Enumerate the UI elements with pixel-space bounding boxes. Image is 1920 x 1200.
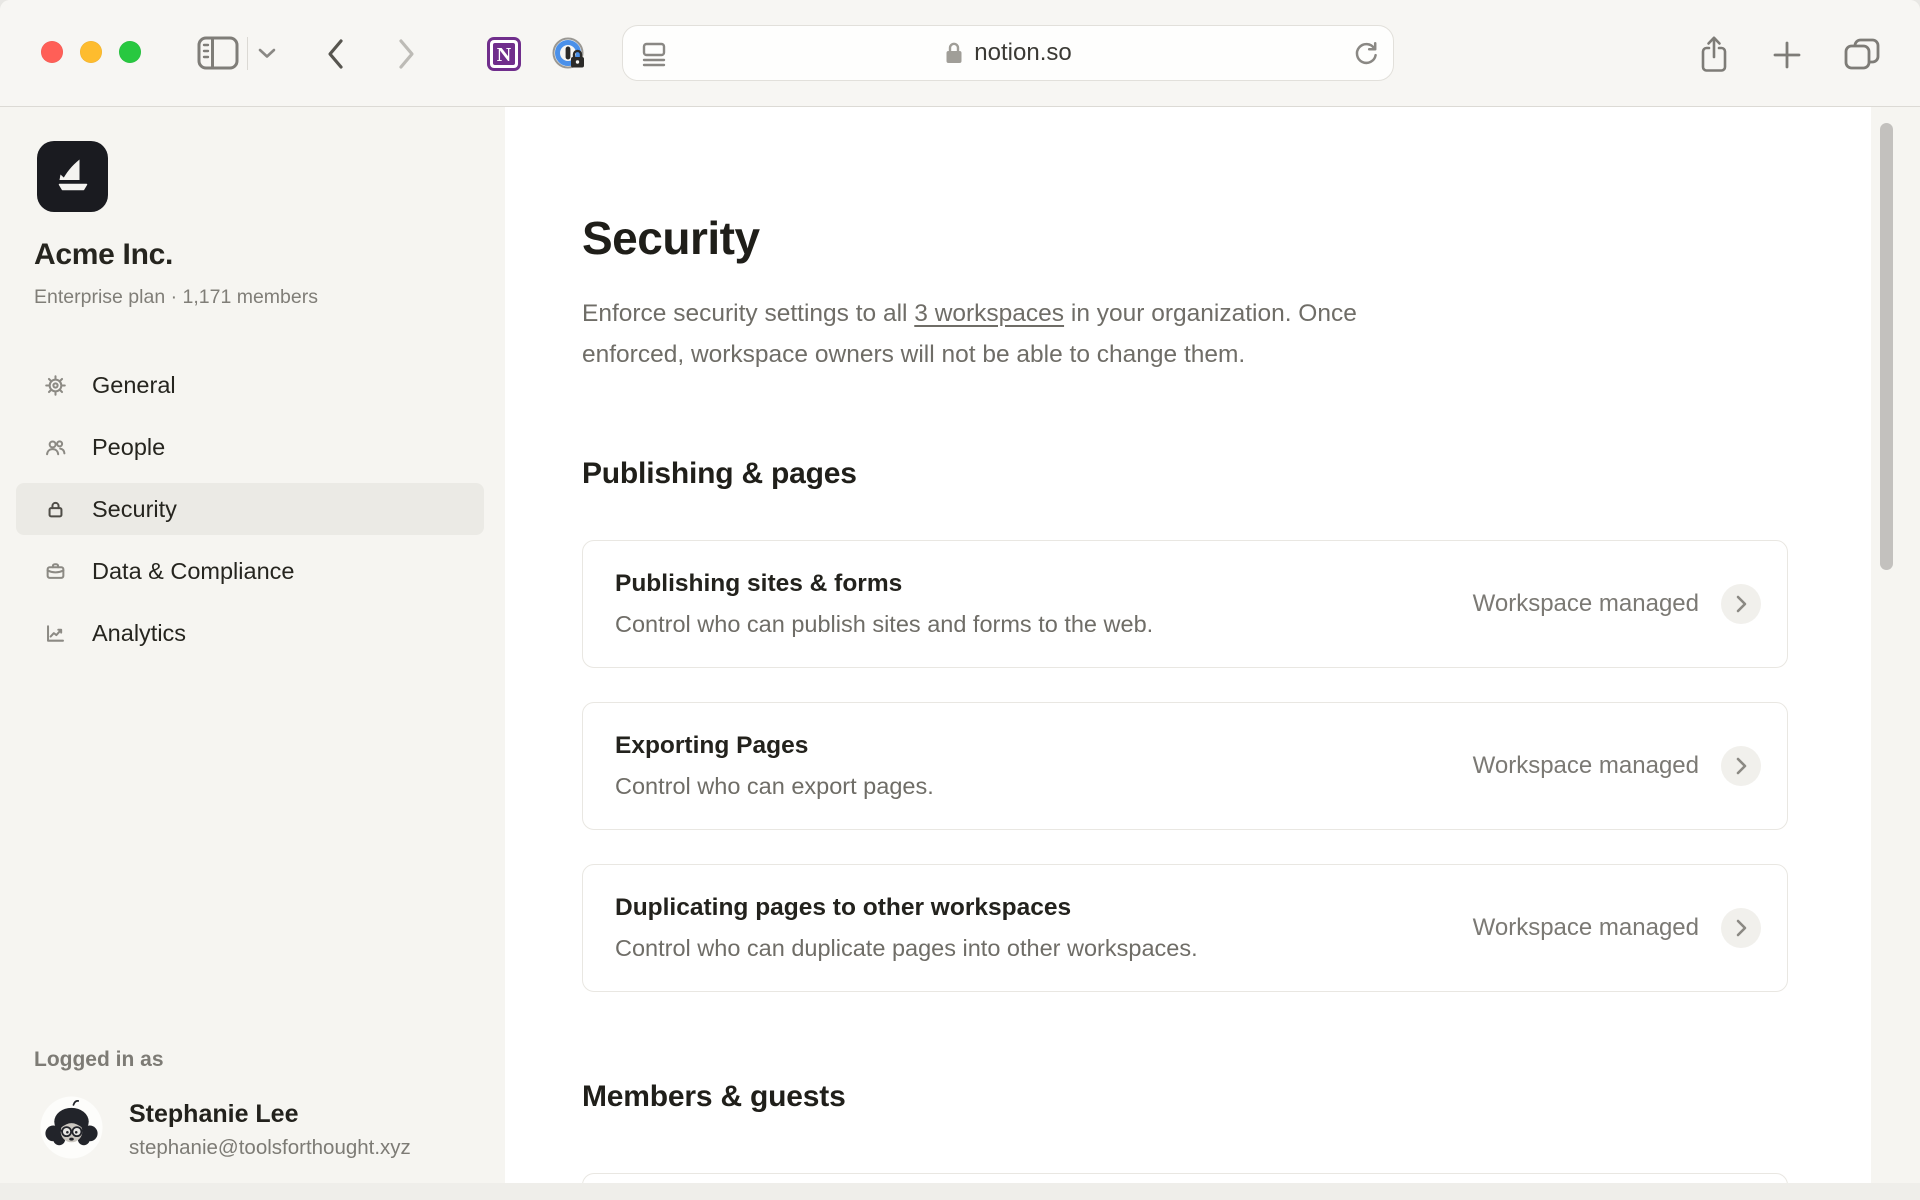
back-arrow-icon — [325, 37, 347, 71]
setting-title: Exporting Pages — [615, 732, 934, 760]
briefcase-icon — [44, 560, 67, 583]
page-description: Enforce security settings to all 3 works… — [582, 293, 1642, 375]
user-illustration-icon — [40, 1096, 103, 1159]
sailboat-icon — [49, 153, 97, 201]
sidebar-item-label: People — [92, 434, 165, 461]
sidebar-item-data-compliance[interactable]: Data & Compliance — [16, 545, 484, 597]
setting-status: Workspace managed — [1473, 914, 1699, 942]
setting-card-duplicating-pages[interactable]: Duplicating pages to other workspaces Co… — [582, 864, 1788, 992]
description-text: in your organization. Once — [1064, 300, 1357, 327]
chevron-right-icon — [1721, 746, 1761, 786]
sidebar-item-label: Analytics — [92, 620, 186, 647]
setting-card-exporting-pages[interactable]: Exporting Pages Control who can export p… — [582, 702, 1788, 830]
setting-title: Publishing sites & forms — [615, 570, 1153, 598]
scrollbar-thumb[interactable] — [1880, 123, 1893, 570]
setting-status: Workspace managed — [1473, 590, 1699, 618]
forward-arrow-icon — [395, 37, 417, 71]
sidebar-item-label: Security — [92, 496, 177, 523]
sidebar-item-security[interactable]: Security — [16, 483, 484, 535]
notion-extension-icon: N — [485, 35, 523, 73]
secure-lock-icon — [944, 40, 964, 66]
tab-overview-icon — [1842, 36, 1882, 72]
setting-description: Control who can export pages. — [615, 773, 934, 800]
sidebar-item-analytics[interactable]: Analytics — [16, 607, 484, 659]
onepassword-extension-icon — [551, 37, 587, 73]
sidebar-item-people[interactable]: People — [16, 421, 484, 473]
share-button[interactable] — [1694, 32, 1734, 76]
forward-button[interactable] — [392, 35, 420, 73]
setting-description: Control who can publish sites and forms … — [615, 611, 1153, 638]
browser-window: N — [0, 0, 1920, 1200]
browser-toolbar: N — [0, 0, 1920, 107]
publishing-cards: Publishing sites & forms Control who can… — [582, 540, 1788, 992]
window-bottom-edge — [0, 1183, 1920, 1200]
org-name: Acme Inc. — [34, 238, 173, 272]
settings-sidebar: Acme Inc. Enterprise plan · 1,171 member… — [0, 107, 505, 1200]
section-title-members: Members & guests — [582, 1080, 846, 1114]
trend-chart-icon — [44, 622, 67, 645]
reload-icon — [1351, 39, 1381, 69]
new-tab-button[interactable] — [1768, 36, 1806, 74]
sidebar-item-label: Data & Compliance — [92, 558, 294, 585]
settings-content-panel: Security Enforce security settings to al… — [505, 107, 1871, 1183]
reload-button[interactable] — [1349, 39, 1383, 69]
minimize-window-button[interactable] — [80, 41, 102, 63]
sidebar-item-label: General — [92, 372, 176, 399]
open-setting-button[interactable] — [1721, 746, 1761, 786]
address-display: notion.so — [623, 26, 1393, 80]
user-email: stephanie@toolsforthought.xyz — [129, 1136, 411, 1160]
section-title-publishing: Publishing & pages — [582, 457, 857, 491]
setting-description: Control who can duplicate pages into oth… — [615, 935, 1198, 962]
plus-icon — [1771, 39, 1803, 71]
avatar — [40, 1096, 103, 1159]
org-logo — [37, 141, 108, 212]
description-text: Enforce security settings to all — [582, 300, 914, 327]
setting-title: Duplicating pages to other workspaces — [615, 894, 1198, 922]
onepassword-extension-button[interactable] — [550, 36, 588, 74]
chevron-right-icon — [1721, 584, 1761, 624]
people-icon — [44, 436, 67, 459]
gear-icon — [44, 374, 67, 397]
org-plan-members: Enterprise plan · 1,171 members — [34, 286, 318, 309]
setting-status: Workspace managed — [1473, 752, 1699, 780]
description-text: enforced, workspace owners will not be a… — [582, 341, 1245, 368]
setting-card-partial[interactable] — [582, 1173, 1788, 1183]
share-icon — [1698, 34, 1730, 74]
sidebar-item-general[interactable]: General — [16, 359, 484, 411]
chevron-down-icon — [257, 47, 277, 59]
sidebar-toggle-button[interactable] — [194, 33, 242, 73]
setting-card-publishing-sites[interactable]: Publishing sites & forms Control who can… — [582, 540, 1788, 668]
user-name: Stephanie Lee — [129, 1100, 299, 1129]
svg-text:N: N — [497, 44, 512, 66]
workspaces-link[interactable]: 3 workspaces — [914, 300, 1064, 327]
chevron-right-icon — [1721, 908, 1761, 948]
open-setting-button[interactable] — [1721, 908, 1761, 948]
lock-icon — [44, 498, 67, 521]
notion-extension-button[interactable]: N — [484, 34, 524, 74]
open-setting-button[interactable] — [1721, 584, 1761, 624]
sidebar-toggle-icon — [196, 35, 240, 71]
sidebar-options-button[interactable] — [254, 42, 280, 64]
close-window-button[interactable] — [41, 41, 63, 63]
address-bar[interactable]: notion.so — [622, 25, 1394, 81]
page-title: Security — [582, 211, 760, 265]
back-button[interactable] — [322, 35, 350, 73]
toolbar-separator — [247, 37, 248, 70]
logged-in-as-label: Logged in as — [34, 1048, 164, 1072]
zoom-window-button[interactable] — [119, 41, 141, 63]
tab-overview-button[interactable] — [1841, 35, 1883, 73]
url-text: notion.so — [974, 39, 1071, 67]
